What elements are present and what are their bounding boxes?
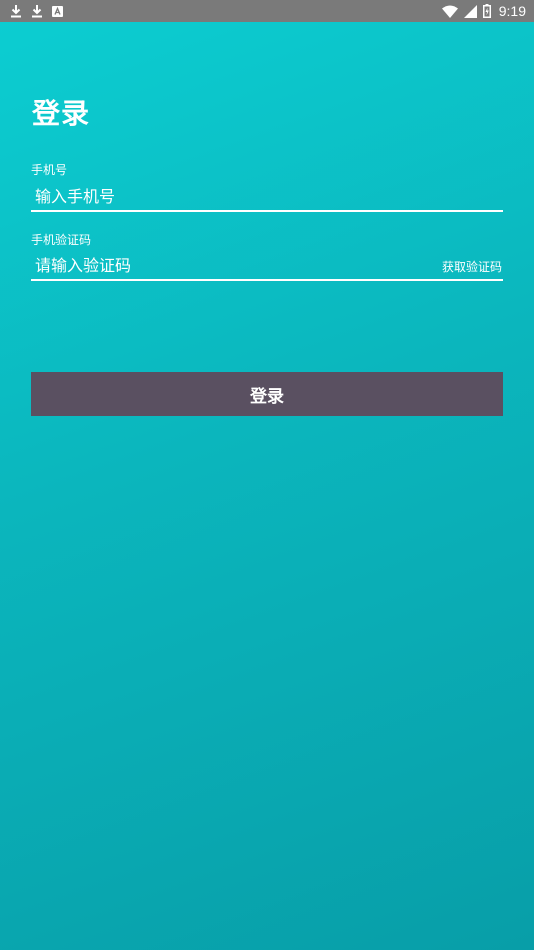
signal-icon <box>463 4 477 18</box>
status-left-icons <box>10 4 63 18</box>
status-right-icons: 9:19 <box>441 3 526 19</box>
app-notification-icon <box>52 5 63 17</box>
status-time: 9:19 <box>498 3 526 19</box>
get-code-button[interactable]: 获取验证码 <box>442 258 502 275</box>
page-title: 登录 <box>32 97 91 130</box>
download-icon <box>10 4 22 18</box>
status-bar: 9:19 <box>0 0 534 22</box>
login-button[interactable]: 登录 <box>31 372 503 416</box>
wifi-icon <box>441 5 458 18</box>
login-screen: 9:19 登录 手机号 手机验证码 获取验证码 登录 <box>0 0 534 950</box>
phone-label: 手机号 <box>31 163 68 177</box>
verification-code-input[interactable] <box>31 251 503 281</box>
phone-input[interactable] <box>31 182 503 212</box>
verification-code-label: 手机验证码 <box>31 233 92 247</box>
battery-icon <box>482 4 491 18</box>
download-icon <box>31 4 43 18</box>
